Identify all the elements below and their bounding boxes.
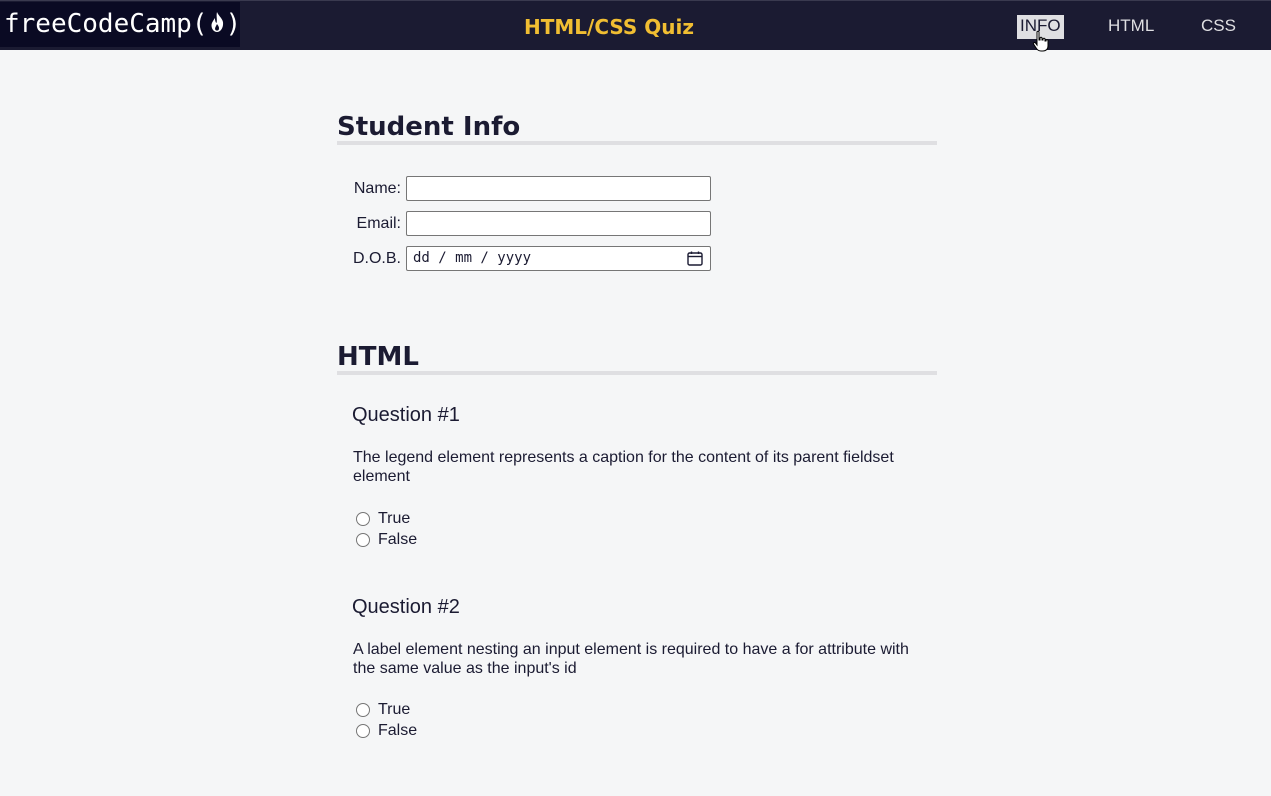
question-1-text: The legend element represents a caption … (353, 449, 894, 485)
option-label: False (378, 531, 418, 548)
top-navbar: freeCodeCamp() HTML/CSS Quiz INFO HTML C… (0, 0, 1271, 50)
dob-placeholder: dd / mm / yyyy (413, 250, 532, 266)
calendar-icon[interactable] (687, 251, 703, 266)
email-label: Email: (356, 215, 401, 232)
student-info-heading: Student Info (337, 112, 521, 142)
freecodecamp-logo[interactable]: freeCodeCamp() (0, 2, 242, 47)
name-label: Name: (353, 180, 401, 197)
option-label: False (378, 722, 418, 739)
radio-button[interactable] (356, 512, 370, 526)
email-input[interactable] (406, 211, 711, 236)
logo-text: freeCodeCamp( (4, 9, 208, 39)
dob-label: D.O.B. (352, 250, 401, 267)
page-title: HTML/CSS Quiz (524, 15, 694, 39)
radio-button[interactable] (356, 703, 370, 717)
dob-input[interactable]: dd / mm / yyyy (406, 246, 711, 271)
question-1-title: Question #1 (352, 404, 460, 426)
question-2-title: Question #2 (352, 596, 460, 618)
radio-button[interactable] (356, 724, 370, 738)
html-heading: HTML (337, 342, 419, 372)
pointer-cursor-icon (1032, 30, 1049, 52)
nav-link-html[interactable]: HTML (1105, 15, 1157, 39)
section-divider (337, 141, 937, 145)
option-label: True (378, 510, 411, 527)
question-2-text: A label element nesting an input element… (353, 641, 909, 677)
fire-icon (211, 11, 223, 32)
logo-text-close: ) (225, 9, 242, 39)
option-label: True (378, 701, 411, 718)
nav-link-css[interactable]: CSS (1198, 15, 1239, 39)
radio-button[interactable] (356, 533, 370, 547)
section-divider (337, 371, 937, 375)
name-input[interactable] (406, 176, 711, 201)
